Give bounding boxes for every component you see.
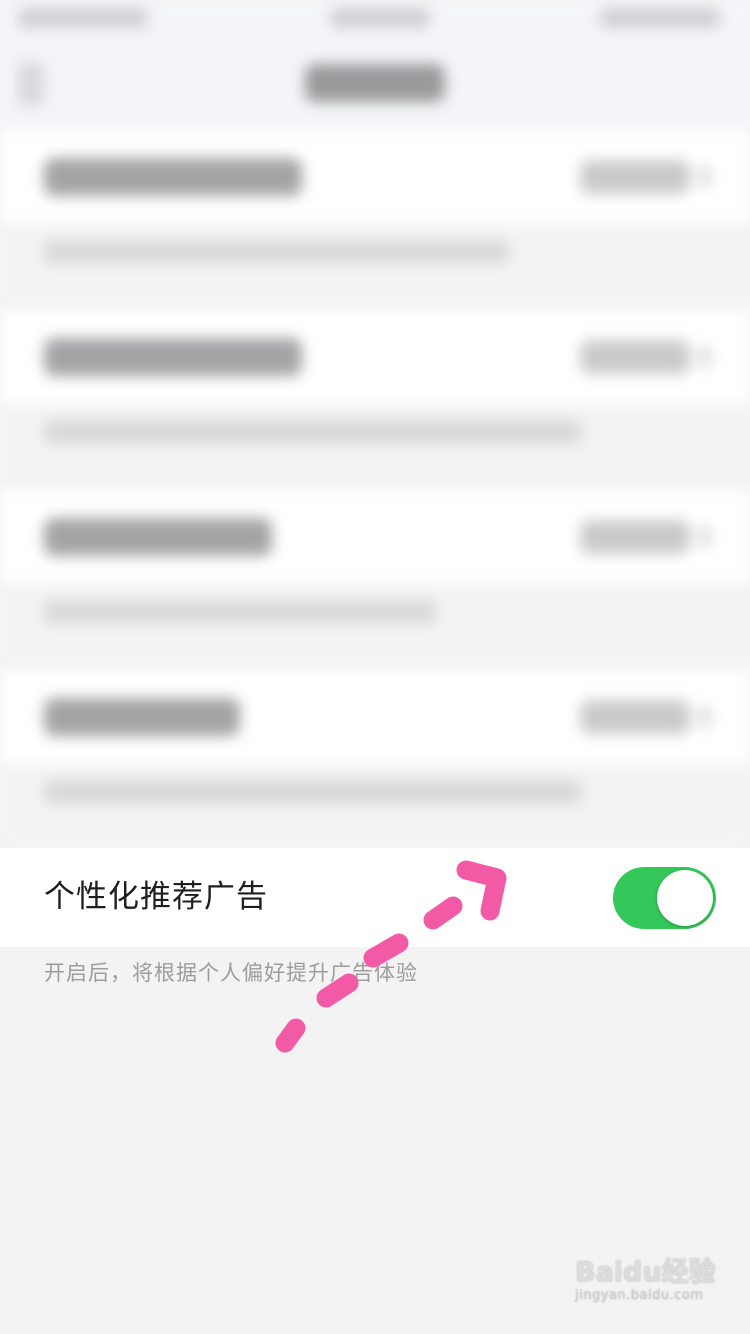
settings-row-1[interactable] bbox=[0, 130, 750, 224]
personalized-ad-toggle[interactable] bbox=[613, 867, 716, 929]
settings-row-2[interactable] bbox=[0, 310, 750, 404]
settings-row-value bbox=[580, 340, 690, 374]
settings-row-value bbox=[580, 700, 690, 734]
settings-row-label bbox=[44, 698, 240, 736]
settings-row-label bbox=[44, 158, 302, 196]
navigation-bar bbox=[0, 40, 750, 130]
settings-row-description bbox=[44, 240, 509, 264]
settings-row-4[interactable] bbox=[0, 670, 750, 764]
baidu-watermark: Baidu经验 jingyan.baidu.com bbox=[575, 1258, 725, 1304]
settings-row-label bbox=[44, 338, 302, 376]
watermark-brand: Baidu经验 bbox=[575, 1257, 716, 1288]
chevron-right-icon bbox=[700, 166, 710, 188]
blurred-settings-area bbox=[0, 0, 750, 848]
settings-row-3[interactable] bbox=[0, 490, 750, 584]
settings-row-value bbox=[580, 160, 690, 194]
personalized-ad-description: 开启后，将根据个人偏好提升广告体验 bbox=[44, 961, 418, 985]
chevron-right-icon bbox=[700, 706, 710, 728]
chevron-right-icon bbox=[700, 526, 710, 548]
toggle-knob[interactable] bbox=[657, 870, 713, 926]
chevron-right-icon bbox=[700, 346, 710, 368]
settings-row-description bbox=[44, 600, 436, 624]
status-carrier-signal bbox=[18, 8, 148, 28]
settings-row-value bbox=[580, 520, 690, 554]
status-battery bbox=[600, 8, 720, 28]
page-title bbox=[305, 64, 445, 102]
watermark-url: jingyan.baidu.com bbox=[575, 1288, 704, 1303]
arrow-dash bbox=[275, 1018, 306, 1053]
personalized-ad-row: 个性化推荐广告 bbox=[0, 848, 750, 947]
personalized-ad-label: 个性化推荐广告 bbox=[44, 879, 268, 915]
status-time bbox=[330, 8, 430, 28]
settings-row-description bbox=[44, 780, 582, 804]
settings-row-label bbox=[44, 518, 272, 556]
back-arrow-icon[interactable] bbox=[18, 62, 44, 106]
settings-row-description bbox=[44, 420, 582, 444]
status-bar bbox=[0, 0, 750, 40]
